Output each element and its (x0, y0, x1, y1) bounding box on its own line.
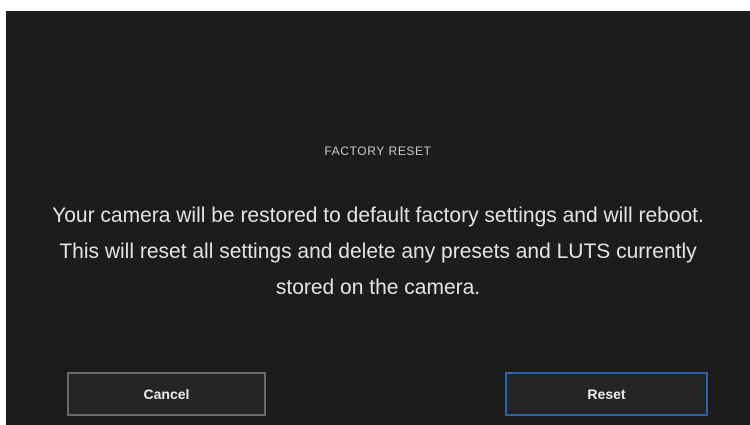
cancel-button[interactable]: Cancel (67, 372, 266, 416)
dialog-title: FACTORY RESET (324, 144, 432, 158)
reset-button-label: Reset (587, 386, 626, 402)
dialog-message: Your camera will be restored to default … (52, 204, 704, 299)
reset-button[interactable]: Reset (505, 372, 708, 416)
factory-reset-dialog: FACTORY RESET Your camera will be restor… (6, 11, 750, 425)
cancel-button-label: Cancel (143, 386, 190, 402)
